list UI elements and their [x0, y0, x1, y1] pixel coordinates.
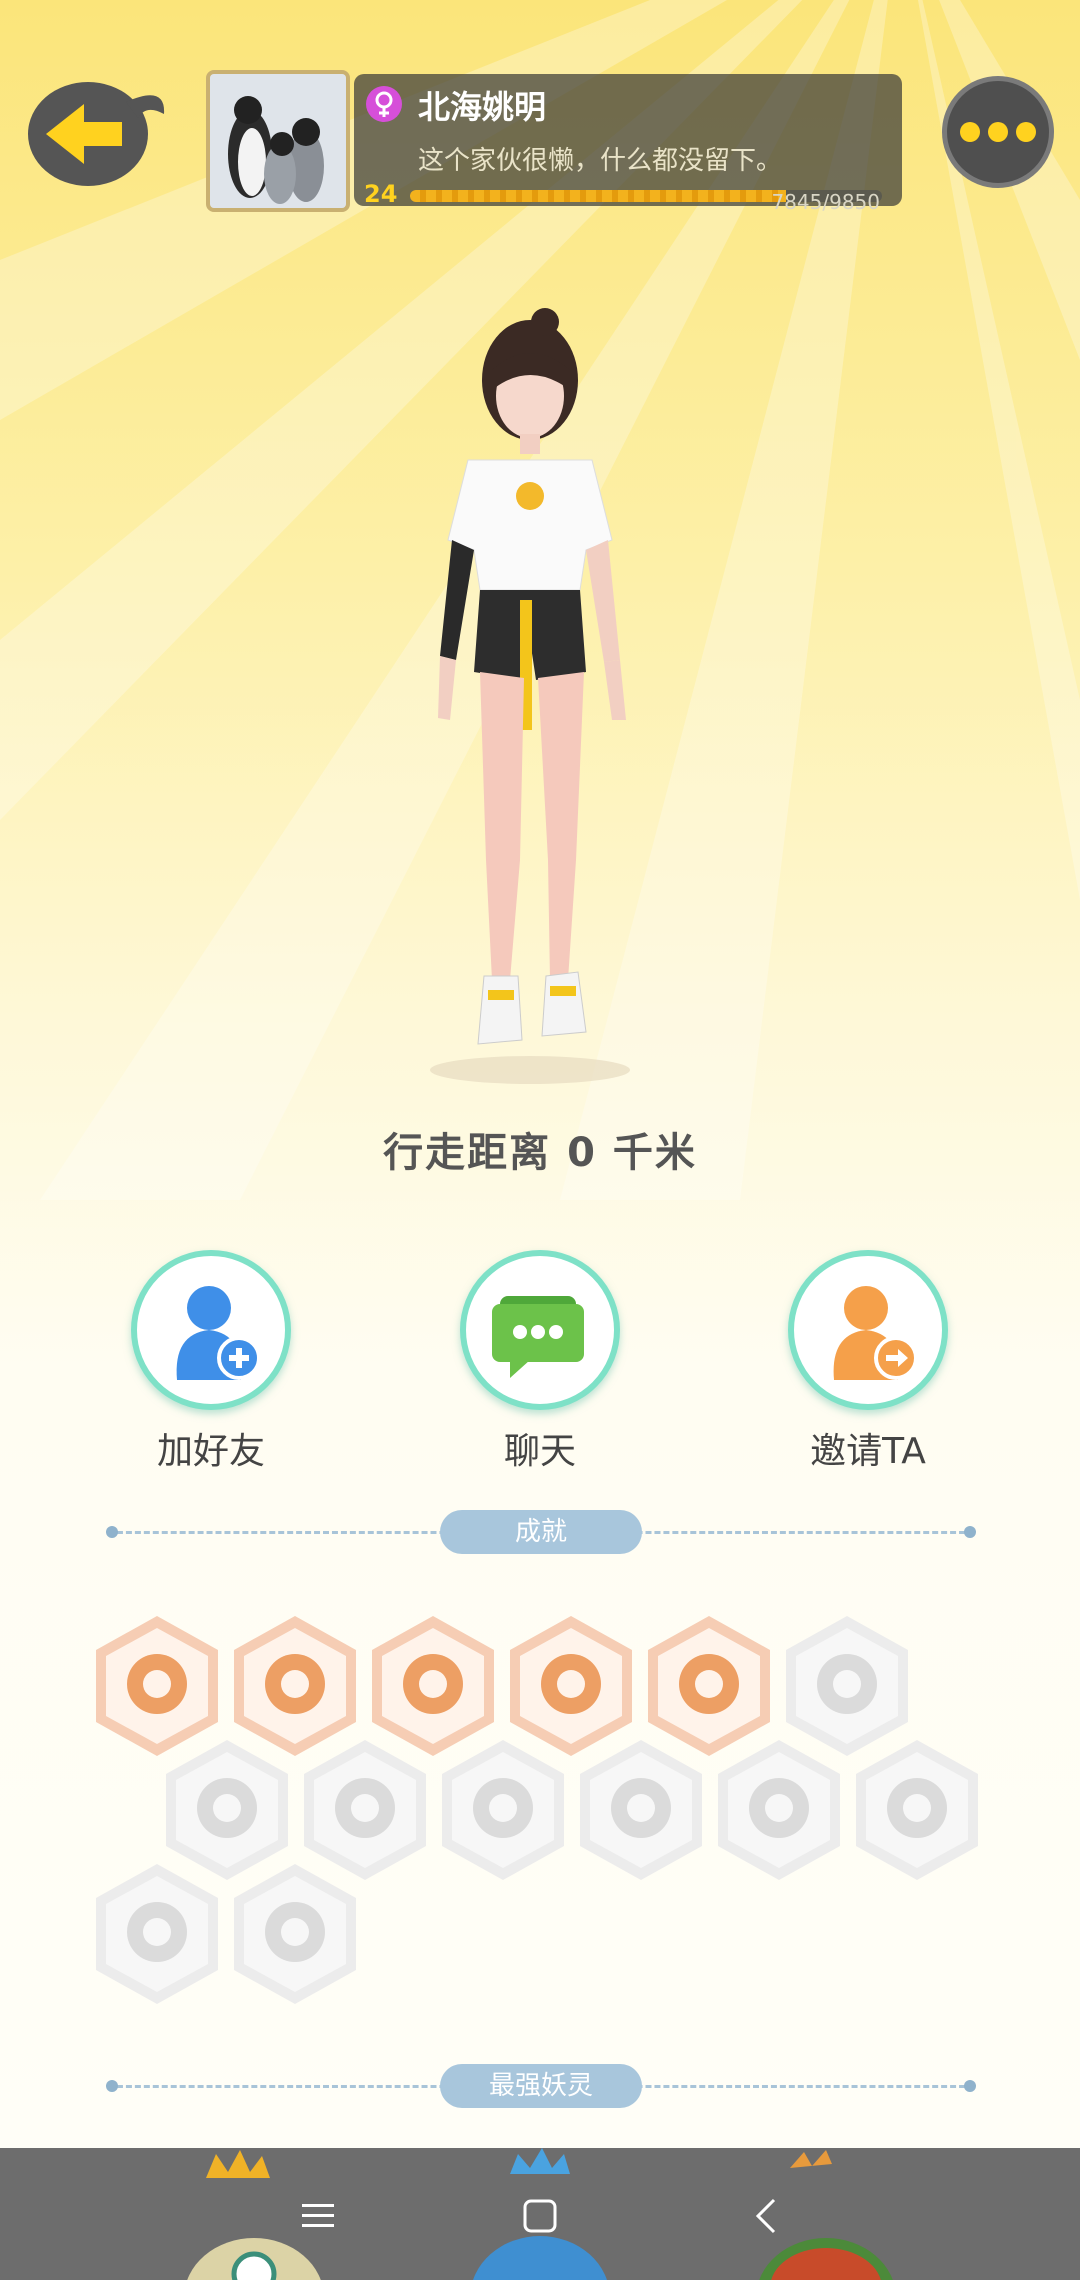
- divider-dot: [106, 1526, 118, 1538]
- monster-badge-icon: [442, 1740, 564, 1880]
- achievement-badge[interactable]: [850, 1736, 984, 1884]
- more-dot-icon: [988, 122, 1008, 142]
- invite-icon-circle: [788, 1250, 948, 1410]
- cat-badge-icon: [718, 1740, 840, 1880]
- add-friend-icon: [176, 1286, 261, 1380]
- female-icon: [366, 86, 402, 122]
- cart-badge-icon: [580, 1740, 702, 1880]
- player-character-model: [430, 308, 630, 1084]
- walk-distance: 行走距离 0 千米: [383, 1130, 697, 1176]
- home-icon[interactable]: [518, 2194, 562, 2238]
- achievements-title: 成就: [440, 1510, 642, 1554]
- exp-bar-fill: [410, 190, 786, 202]
- divider-dot: [964, 2080, 976, 2092]
- book-fox-badge-icon: [234, 1864, 356, 2004]
- menu-icon[interactable]: [296, 2194, 340, 2238]
- achievement-badge[interactable]: [228, 1860, 362, 2008]
- achievement-badge[interactable]: [436, 1736, 570, 1884]
- penguin-avatar-image: [210, 74, 346, 208]
- divider-dot: [964, 1526, 976, 1538]
- arrow-left-icon: [28, 82, 165, 186]
- profile-info: 北海姚明 这个家伙很懒，什么都没留下。 24 7845/9850: [354, 74, 902, 214]
- nickname: 北海姚明: [418, 88, 547, 126]
- invite-button[interactable]: 邀请TA: [768, 1250, 968, 1474]
- exp-text: 7845/9850: [771, 190, 880, 214]
- avatar[interactable]: [206, 70, 350, 212]
- chat-label: 聊天: [503, 1431, 576, 1472]
- invite-icon: [833, 1286, 918, 1380]
- strongest-divider: 最强妖灵: [106, 2064, 976, 2108]
- add-friend-button[interactable]: 加好友: [111, 1250, 311, 1474]
- system-navigation-bar: [0, 2148, 1080, 2280]
- more-dot-icon: [1016, 122, 1036, 142]
- achievement-badge[interactable]: [574, 1736, 708, 1884]
- add-friend-label: 加好友: [156, 1431, 265, 1472]
- invite-label: 邀请TA: [810, 1431, 926, 1472]
- more-dot-icon: [960, 122, 980, 142]
- add-friend-icon-circle: [131, 1250, 291, 1410]
- divider-dot: [106, 2080, 118, 2092]
- level-badge: 24: [364, 180, 398, 208]
- chat-button[interactable]: 聊天: [440, 1250, 640, 1474]
- achievements-divider: 成就: [106, 1510, 976, 1554]
- back-button[interactable]: [26, 74, 166, 188]
- chat-icon: [492, 1296, 584, 1378]
- dragon-badge-icon: [856, 1740, 978, 1880]
- signature: 这个家伙很懒，什么都没留下。: [418, 146, 783, 176]
- more-options-button[interactable]: [942, 76, 1054, 188]
- chat-icon-circle: [460, 1250, 620, 1410]
- profile-card: 北海姚明 这个家伙很懒，什么都没留下。 24 7845/9850: [206, 70, 902, 214]
- achievement-badge[interactable]: [90, 1860, 224, 2008]
- back-nav-icon[interactable]: [746, 2194, 790, 2238]
- shield-badge-icon: [96, 1864, 218, 2004]
- strongest-title: 最强妖灵: [440, 2064, 642, 2108]
- achievement-badge[interactable]: [712, 1736, 846, 1884]
